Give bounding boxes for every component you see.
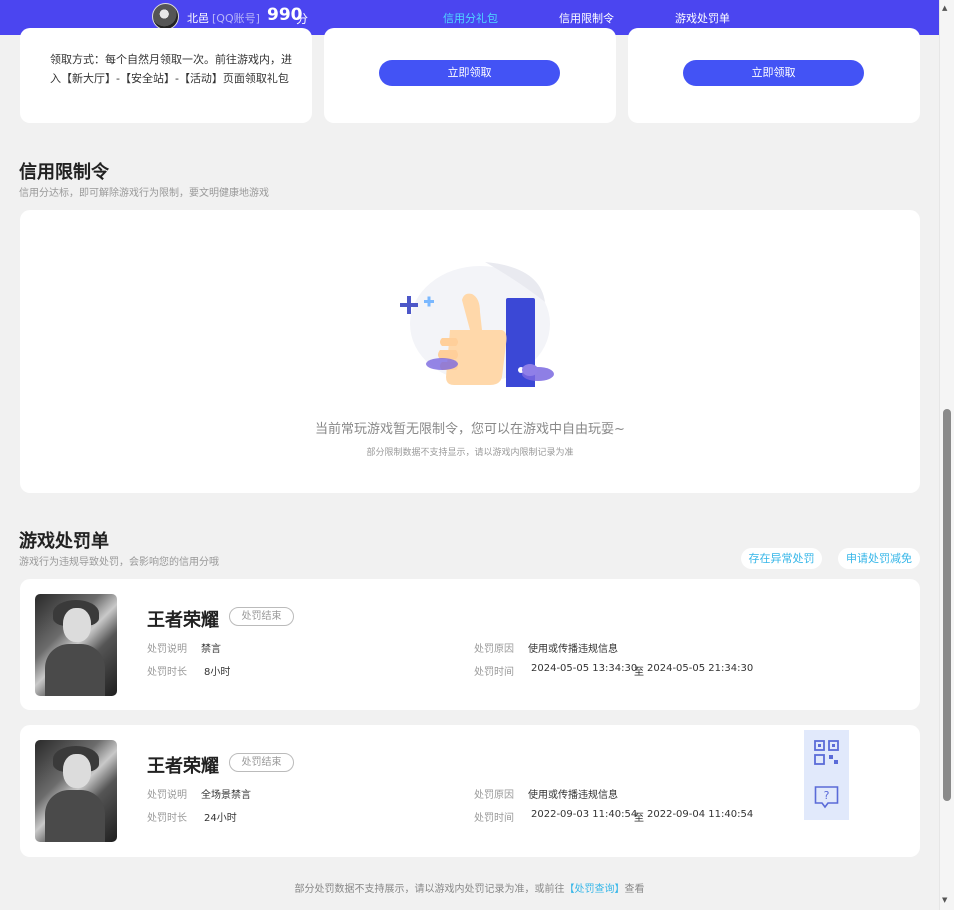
claim-button[interactable]: 立即领取 [379, 60, 560, 86]
thumbs-up-illustration [400, 262, 554, 387]
penalty-time-start: 2022-09-03 11:40:54 [531, 809, 638, 820]
game-name: 王者荣耀 [147, 756, 219, 777]
footer-note: 部分处罚数据不支持展示，请以游戏内处罚记录为准，或前往【处罚查询】查看 [0, 880, 939, 895]
abnormal-penalty-button[interactable]: 存在异常处罚 [741, 548, 822, 569]
svg-text:?: ? [824, 789, 830, 802]
footer-text: 部分处罚数据不支持展示，请以游戏内处罚记录为准，或前往 [294, 884, 565, 895]
penalty-reason-label: 处罚原因 [474, 790, 514, 801]
penalty-reason-value: 使用或传播违规信息 [528, 790, 618, 801]
penalty-desc-label: 处罚说明 [147, 790, 187, 801]
tab-game-penalty[interactable]: 游戏处罚单 [675, 10, 730, 26]
penalty-duration-value: 24小时 [204, 813, 237, 824]
penalty-time-end: 2022-09-04 11:40:54 [647, 809, 754, 820]
scroll-down-arrow[interactable]: ▼ [942, 896, 947, 904]
penalty-reason-value: 使用或传播违规信息 [528, 644, 618, 655]
tab-credit-gift[interactable]: 信用分礼包 [443, 10, 498, 26]
help-button[interactable]: ? [804, 775, 849, 820]
credit-score-unit: 分 [296, 12, 309, 26]
scroll-up-arrow[interactable]: ▲ [942, 4, 947, 12]
qr-code-icon [814, 740, 839, 765]
qr-code-button[interactable] [804, 730, 849, 775]
username: 北邑 [187, 12, 209, 25]
restriction-section-subtitle: 信用分达标，即可解除游戏行为限制，要文明健康地游戏 [19, 188, 269, 199]
footer-text-end: 查看 [624, 884, 645, 895]
user-avatar[interactable] [152, 3, 179, 30]
penalty-card: 王者荣耀 处罚结束 处罚说明 全场景禁言 处罚时长 24小时 处罚原因 使用或传… [20, 725, 920, 857]
penalty-section-subtitle: 游戏行为违规导致处罚，会影响您的信用分哦 [19, 557, 219, 568]
penalty-time-label: 处罚时间 [474, 813, 514, 824]
gift-card-claim-info: 领取方式：每个自然月领取一次。前往游戏内，进入【新大厅】-【安全站】-【活动】页… [20, 28, 312, 123]
penalty-duration-label: 处罚时长 [147, 667, 187, 678]
gift-card-2: 立即领取 [324, 28, 616, 123]
apply-penalty-reduction-button[interactable]: 申请处罚减免 [838, 548, 920, 569]
game-name: 王者荣耀 [147, 610, 219, 631]
penalty-time-end: 2024-05-05 21:34:30 [647, 663, 754, 674]
game-hero-image [35, 594, 117, 696]
help-chat-icon: ? [814, 786, 839, 809]
claim-button[interactable]: 立即领取 [683, 60, 864, 86]
status-badge: 处罚结束 [229, 753, 294, 772]
restriction-section-title: 信用限制令 [19, 162, 109, 183]
tab-credit-restriction[interactable]: 信用限制令 [559, 10, 614, 26]
penalty-section-title: 游戏处罚单 [19, 531, 109, 552]
restriction-empty-card: 当前常玩游戏暂无限制令，您可以在游戏中自由玩耍~ 部分限制数据不支持显示，请以游… [20, 210, 920, 493]
empty-state-note: 部分限制数据不支持显示，请以游戏内限制记录为准 [366, 448, 574, 458]
penalty-card: 王者荣耀 处罚结束 处罚说明 禁言 处罚时长 8小时 处罚原因 使用或传播违规信… [20, 579, 920, 710]
scrollbar-thumb[interactable] [943, 409, 951, 801]
claim-method-text: 领取方式：每个自然月领取一次。前往游戏内，进入【新大厅】-【安全站】-【活动】页… [50, 53, 292, 85]
penalty-time-separator: 至 [634, 667, 644, 678]
empty-state-message: 当前常玩游戏暂无限制令，您可以在游戏中自由玩耍~ [315, 422, 625, 437]
penalty-query-link[interactable]: 【处罚查询】 [565, 884, 625, 895]
gift-card-3: 立即领取 [628, 28, 920, 123]
penalty-time-label: 处罚时间 [474, 667, 514, 678]
penalty-desc-value: 禁言 [201, 644, 221, 655]
account-type: [QQ账号] [212, 12, 260, 25]
penalty-desc-value: 全场景禁言 [201, 790, 251, 801]
penalty-time-separator: 至 [634, 813, 644, 824]
game-hero-image [35, 740, 117, 842]
penalty-time-start: 2024-05-05 13:34:30 [531, 663, 638, 674]
penalty-duration-label: 处罚时长 [147, 813, 187, 824]
penalty-duration-value: 8小时 [204, 667, 231, 678]
status-badge: 处罚结束 [229, 607, 294, 626]
penalty-desc-label: 处罚说明 [147, 644, 187, 655]
penalty-reason-label: 处罚原因 [474, 644, 514, 655]
